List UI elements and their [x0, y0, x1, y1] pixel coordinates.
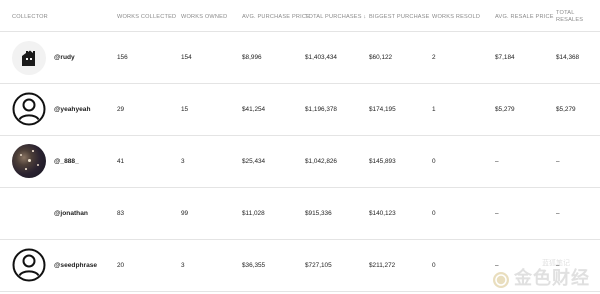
collector-name[interactable]: @_888_ — [54, 158, 79, 165]
table-row[interactable]: @yeahyeah 29 15 $41,254 $1,196,378 $174,… — [0, 84, 600, 136]
works-owned: 154 — [181, 54, 192, 61]
works-collected: 41 — [117, 158, 125, 165]
avg-resale-price: $5,279 — [495, 106, 515, 113]
coin-logo-icon — [492, 271, 509, 288]
biggest-purchase: $145,893 — [369, 158, 396, 165]
avg-resale-price: – — [495, 158, 499, 165]
avatar[interactable] — [12, 41, 46, 75]
total-resales: – — [556, 158, 560, 165]
user-icon — [12, 248, 46, 282]
header-total-resales-line1: TOTAL — [556, 10, 575, 16]
works-owned: 3 — [181, 158, 185, 165]
avatar[interactable] — [12, 144, 46, 178]
works-collected: 156 — [117, 54, 128, 61]
avatar[interactable] — [12, 92, 46, 126]
header-total-resales[interactable]: TOTAL RESALES — [556, 10, 583, 24]
header-total-purchases[interactable]: TOTAL PURCHASES ↓ — [305, 14, 366, 21]
total-purchases: $727,105 — [305, 262, 332, 269]
works-resold: 0 — [432, 262, 436, 269]
works-resold: 2 — [432, 54, 436, 61]
table-header: COLLECTOR WORKS COLLECTED WORKS OWNED AV… — [0, 0, 600, 32]
avg-resale-price: – — [495, 210, 499, 217]
works-collected: 20 — [117, 262, 125, 269]
works-resold: 1 — [432, 106, 436, 113]
avg-purchase-price: $25,434 — [242, 158, 266, 165]
biggest-purchase: $211,272 — [369, 262, 396, 269]
header-biggest-purchase[interactable]: BIGGEST PURCHASE — [369, 14, 430, 21]
header-works-collected[interactable]: WORKS COLLECTED — [117, 14, 176, 21]
total-purchases: $1,196,378 — [305, 106, 337, 113]
collector-name[interactable]: @yeahyeah — [54, 106, 91, 113]
total-resales: $5,279 — [556, 106, 576, 113]
avg-purchase-price: $36,355 — [242, 262, 266, 269]
works-collected: 83 — [117, 210, 125, 217]
works-resold: 0 — [432, 210, 436, 217]
header-avg-purchase-price[interactable]: AVG. PURCHASE PRICE — [242, 14, 310, 21]
header-total-resales-line2: RESALES — [556, 17, 584, 23]
watermark-text: 金色财经 — [514, 268, 590, 288]
total-resales: $14,368 — [556, 54, 580, 61]
header-works-resold[interactable]: WORKS RESOLD — [432, 14, 480, 21]
biggest-purchase: $60,122 — [369, 54, 393, 61]
works-owned: 99 — [181, 210, 189, 217]
avg-resale-price: $7,184 — [495, 54, 515, 61]
collector-name[interactable]: @rudy — [54, 54, 75, 61]
total-purchases: $1,403,434 — [305, 54, 337, 61]
table-row[interactable]: @_888_ 41 3 $25,434 $1,042,826 $145,893 … — [0, 136, 600, 188]
header-works-owned[interactable]: WORKS OWNED — [181, 14, 227, 21]
biggest-purchase: $140,123 — [369, 210, 396, 217]
collectors-table: COLLECTOR WORKS COLLECTED WORKS OWNED AV… — [0, 0, 600, 292]
table-row[interactable]: @rudy 156 154 $8,996 $1,403,434 $60,122 … — [0, 32, 600, 84]
collector-name[interactable]: @jonathan — [54, 210, 88, 217]
header-collector[interactable]: COLLECTOR — [12, 14, 48, 21]
works-owned: 15 — [181, 106, 189, 113]
table-row[interactable]: @jonathan 83 99 $11,028 $915,336 $140,12… — [0, 188, 600, 240]
total-resales: – — [556, 210, 560, 217]
total-purchases: $915,336 — [305, 210, 332, 217]
space-image — [12, 144, 46, 178]
house-icon — [22, 50, 35, 66]
total-purchases: $1,042,826 — [305, 158, 337, 165]
works-resold: 0 — [432, 158, 436, 165]
works-owned: 3 — [181, 262, 185, 269]
header-avg-resale-price[interactable]: AVG. RESALE PRICE — [495, 14, 554, 21]
avatar[interactable] — [12, 248, 46, 282]
works-collected: 29 — [117, 106, 125, 113]
collector-name[interactable]: @seedphrase — [54, 262, 97, 269]
biggest-purchase: $174,195 — [369, 106, 396, 113]
user-icon — [12, 92, 46, 126]
watermark: 蓝狐笔记 金色财经 — [492, 260, 590, 290]
avg-purchase-price: $11,028 — [242, 210, 265, 217]
watermark-small-text: 蓝狐笔记 — [542, 260, 570, 267]
avg-purchase-price: $41,254 — [242, 106, 266, 113]
avg-purchase-price: $8,996 — [242, 54, 262, 61]
